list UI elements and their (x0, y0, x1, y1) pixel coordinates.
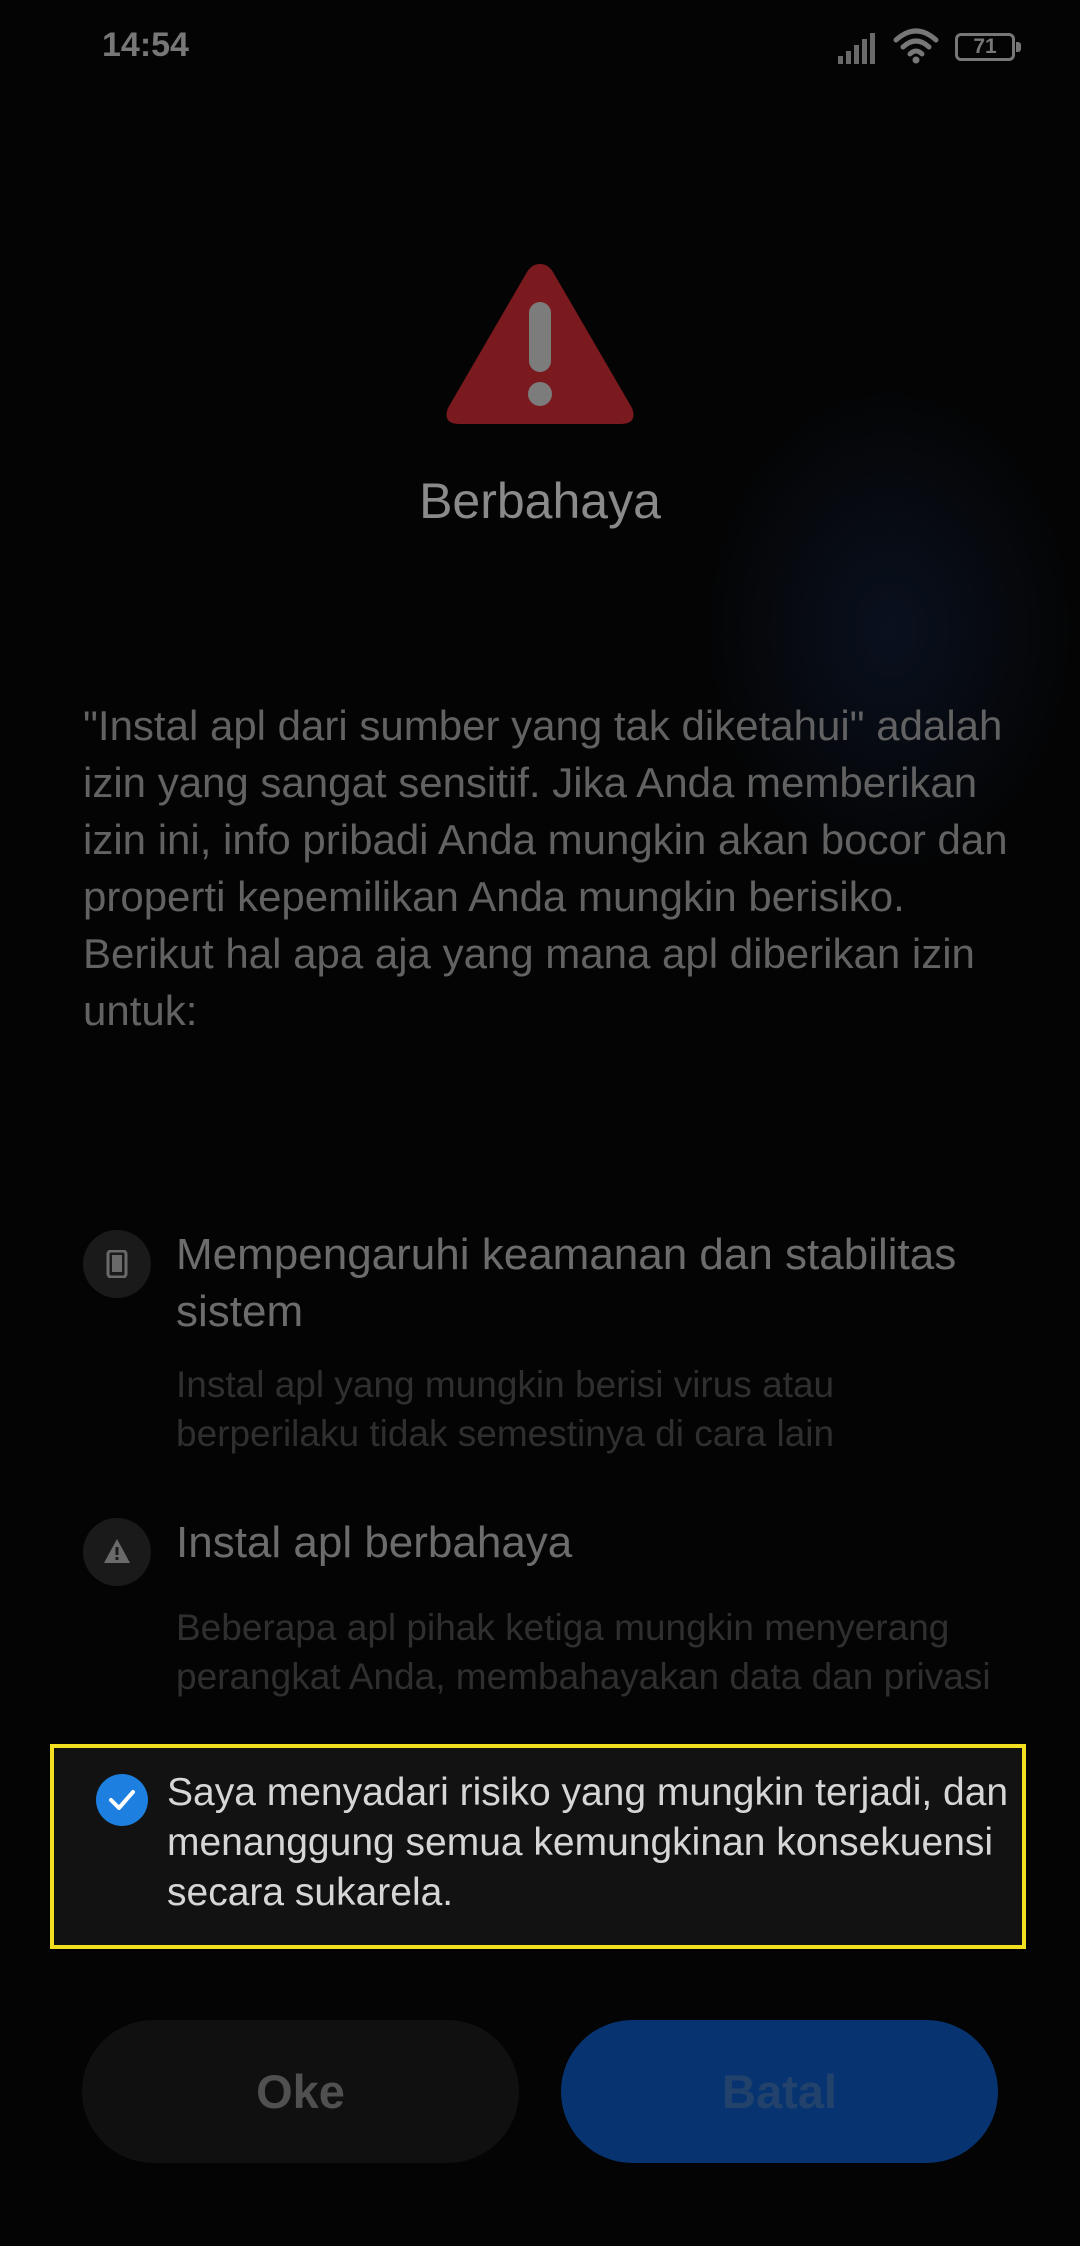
warning-triangle-icon (446, 264, 634, 424)
status-time: 14:54 (102, 26, 189, 64)
wifi-icon (893, 28, 939, 64)
dialog-title: Berbahaya (419, 473, 661, 529)
signal-icon (838, 33, 875, 64)
permission-description: Beberapa apl pihak ketiga mungkin menyer… (176, 1607, 991, 1710)
screen: 14:54 71 Berbahaya "Instal apl dari sumb… (0, 0, 1080, 2246)
dialog-description: "Instal apl dari sumber yang tak diketah… (83, 702, 1008, 1034)
consent-label: Saya menyadari risiko yang mungkin terja… (167, 1771, 1009, 1914)
permission-list-clip: Instal apl berbahaya Beberapa apl pihak … (0, 1510, 1080, 1710)
consent-checkbox[interactable] (96, 1774, 148, 1826)
phone-icon (83, 1230, 151, 1298)
warning-small-icon (83, 1518, 151, 1586)
cancel-button[interactable]: Batal (561, 2020, 998, 2163)
permission-title: Mempengaruhi keamanan dan stabilitas sis… (176, 1230, 957, 1336)
consent-checkbox-row[interactable]: Saya menyadari risiko yang mungkin terja… (50, 1744, 1026, 1949)
ok-button[interactable]: Oke (82, 2020, 519, 2163)
permission-description: Instal apl yang mungkin berisi virus ata… (176, 1364, 835, 1454)
battery-icon: 71 (955, 33, 1021, 61)
status-bar: 14:54 71 (0, 0, 1080, 95)
battery-level: 71 (973, 35, 997, 58)
permission-title: Instal apl berbahaya (176, 1518, 573, 1567)
